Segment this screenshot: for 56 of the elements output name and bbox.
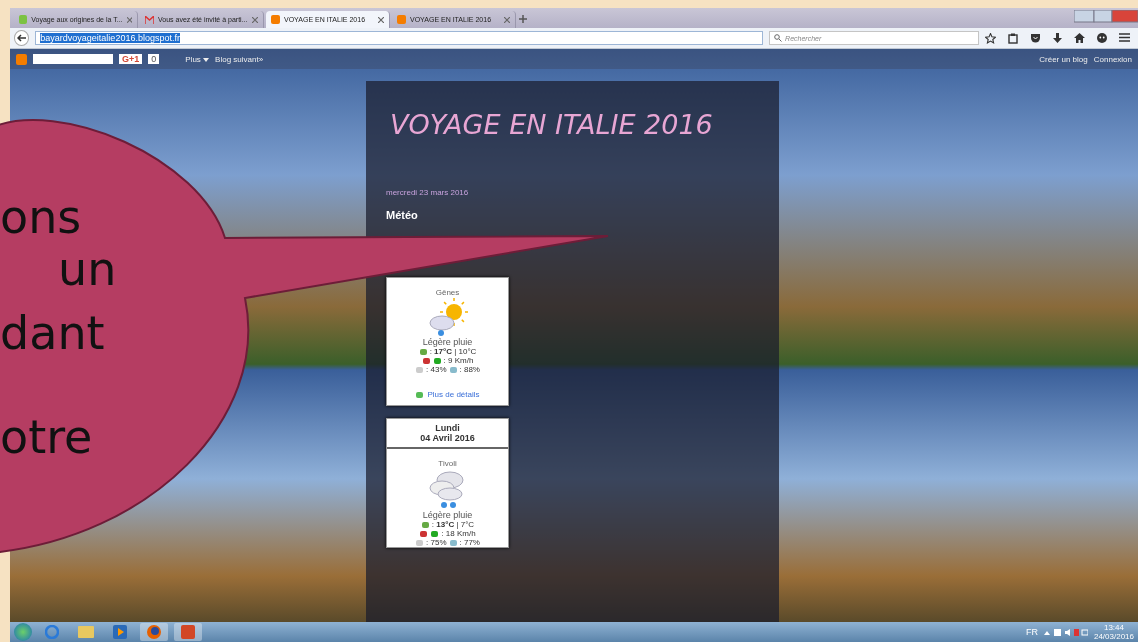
back-arrow-icon — [17, 34, 27, 42]
post-date: mercredi 23 mars 2016 — [386, 188, 470, 197]
humidity: : 77% — [459, 538, 480, 547]
close-icon[interactable] — [126, 16, 132, 23]
pocket-icon[interactable] — [1030, 32, 1041, 43]
clipboard-icon[interactable] — [1008, 32, 1018, 44]
sun-cloud-rain-icon — [427, 297, 468, 337]
chat-icon[interactable] — [1097, 32, 1107, 43]
blogger-link[interactable]: Créer un blog — [1039, 54, 1088, 64]
presentation-icon[interactable] — [174, 623, 202, 641]
search-icon — [774, 34, 783, 42]
temperature: : 17°C | 10°C — [429, 347, 477, 356]
callout-text: un — [58, 242, 117, 296]
star-icon[interactable] — [985, 32, 996, 44]
weather-condition: Légère pluie — [422, 337, 473, 347]
city-name: Tivoli — [438, 459, 457, 468]
cloud-cover: : 75% — [426, 538, 447, 547]
download-icon[interactable] — [1053, 32, 1062, 44]
weather-condition: Légère pluie — [422, 510, 473, 520]
site-icon — [19, 15, 28, 24]
back-button[interactable] — [14, 30, 30, 46]
blog-title: VOYAGE EN ITALIE 2016 — [390, 109, 714, 140]
post-title: Météo — [386, 209, 419, 221]
window-controls[interactable] — [1074, 10, 1138, 24]
start-button[interactable] — [14, 623, 32, 641]
blogger-icon — [397, 15, 406, 24]
blogger-icon[interactable] — [16, 53, 27, 65]
address-bar[interactable]: bayardvoyageitalie2016.blogspot.fr — [35, 31, 764, 45]
blogger-link[interactable]: Connexion — [1093, 54, 1132, 64]
close-icon[interactable] — [252, 16, 258, 23]
plusone-count: 0 — [148, 54, 160, 64]
tray-icons[interactable] — [1043, 627, 1088, 637]
callout-text: otre — [0, 410, 93, 464]
cloud-cover: : 43% — [426, 365, 447, 374]
plusone-button[interactable]: G+1 — [119, 54, 143, 64]
home-icon[interactable] — [1074, 32, 1085, 43]
wind-speed: : 9 Km/h — [443, 356, 474, 365]
menu-icon[interactable] — [1119, 32, 1130, 42]
close-icon[interactable] — [504, 16, 510, 23]
mail-icon — [145, 15, 154, 24]
forecast-date: 04 Avril 2016 — [419, 433, 476, 443]
humidity: : 88% — [459, 365, 480, 374]
city-name: Gênes — [435, 288, 460, 297]
callout-text: dant — [0, 306, 105, 360]
forecast-day: Lundi — [387, 423, 508, 433]
wind-speed: : 18 Km/h — [441, 529, 476, 538]
next-blog-link[interactable]: Blog suivant» — [215, 54, 264, 64]
blog-search-field[interactable] — [33, 54, 113, 64]
more-menu[interactable]: Plus — [185, 54, 210, 64]
details-link[interactable]: Plus de détails — [415, 390, 480, 399]
close-icon[interactable] — [378, 16, 384, 23]
firefox-icon[interactable] — [140, 623, 168, 641]
blogger-icon — [271, 15, 280, 24]
callout-text: ons — [0, 190, 82, 244]
temperature: : 13°C | 7°C — [431, 520, 475, 529]
caret-icon — [203, 57, 210, 62]
